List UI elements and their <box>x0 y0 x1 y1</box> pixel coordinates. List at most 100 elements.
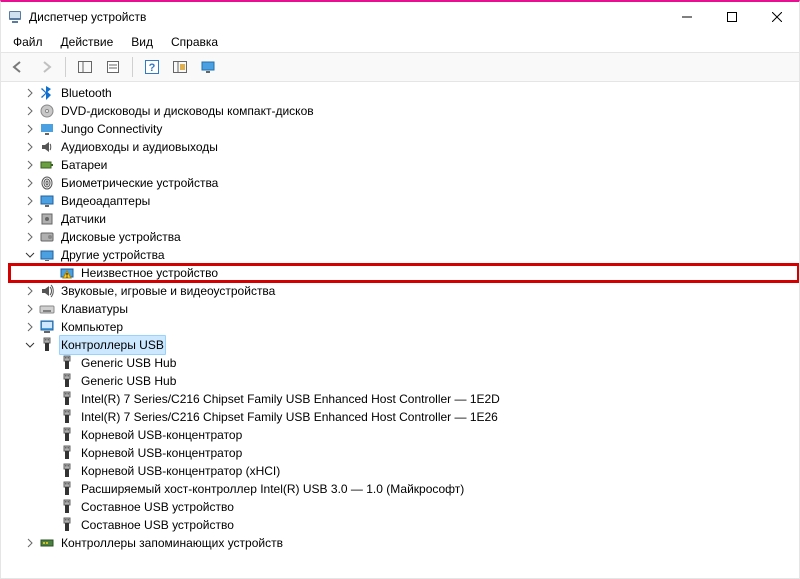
titlebar[interactable]: Диспетчер устройств <box>1 2 799 32</box>
expand-icon <box>43 446 57 460</box>
usb-icon <box>59 409 75 425</box>
app-icon <box>7 9 23 25</box>
expand-icon[interactable] <box>23 140 37 154</box>
expand-icon[interactable] <box>23 248 37 262</box>
tree-node-label: Корневой USB-концентратор <box>79 426 244 444</box>
tree-node[interactable]: Составное USB устройство <box>9 498 799 516</box>
tree-node-label: Батареи <box>59 156 109 174</box>
usb-icon <box>59 517 75 533</box>
tree-node[interactable]: Bluetooth <box>9 84 799 102</box>
minimize-button[interactable] <box>664 3 709 32</box>
maximize-button[interactable] <box>709 3 754 32</box>
tree-node-label: Generic USB Hub <box>79 354 178 372</box>
properties-button[interactable] <box>100 54 126 80</box>
tree-node[interactable]: Корневой USB-концентратор (xHCI) <box>9 462 799 480</box>
tree-node[interactable]: DVD-дисководы и дисководы компакт-дисков <box>9 102 799 120</box>
tree-node-label: Расширяемый хост-контроллер Intel(R) USB… <box>79 480 466 498</box>
device-tree[interactable]: BluetoothDVD-дисководы и дисководы компа… <box>1 82 799 578</box>
expand-icon[interactable] <box>23 212 37 226</box>
tree-node-label: Контроллеры USB <box>59 335 166 355</box>
tree-node-label: Intel(R) 7 Series/C216 Chipset Family US… <box>79 390 502 408</box>
expand-icon[interactable] <box>23 302 37 316</box>
disk-icon <box>39 229 55 245</box>
expand-icon[interactable] <box>23 194 37 208</box>
tree-node[interactable]: Корневой USB-концентратор <box>9 426 799 444</box>
tree-node[interactable]: Расширяемый хост-контроллер Intel(R) USB… <box>9 480 799 498</box>
tree-node[interactable]: Jungo Connectivity <box>9 120 799 138</box>
usb-icon <box>59 499 75 515</box>
menu-file[interactable]: Файл <box>5 33 51 51</box>
expand-icon[interactable] <box>23 536 37 550</box>
back-button[interactable] <box>5 54 31 80</box>
usb-icon <box>59 427 75 443</box>
other-icon <box>39 247 55 263</box>
tree-node-label: Биометрические устройства <box>59 174 220 192</box>
expand-icon <box>43 392 57 406</box>
tree-node[interactable]: Intel(R) 7 Series/C216 Chipset Family US… <box>9 408 799 426</box>
tree-node[interactable]: Биометрические устройства <box>9 174 799 192</box>
show-hide-tree-button[interactable] <box>72 54 98 80</box>
scan-hardware-button[interactable] <box>167 54 193 80</box>
expand-icon <box>43 428 57 442</box>
expand-icon[interactable] <box>23 284 37 298</box>
toolbar-separator <box>65 57 66 77</box>
tree-node[interactable]: Клавиатуры <box>9 300 799 318</box>
tree-node[interactable]: Intel(R) 7 Series/C216 Chipset Family US… <box>9 390 799 408</box>
tree-node-label: Bluetooth <box>59 84 114 102</box>
tree-node-label: Generic USB Hub <box>79 372 178 390</box>
window-title: Диспетчер устройств <box>29 10 664 24</box>
tree-node[interactable]: Generic USB Hub <box>9 354 799 372</box>
expand-icon[interactable] <box>23 86 37 100</box>
tree-node[interactable]: Аудиовходы и аудиовыходы <box>9 138 799 156</box>
tree-node[interactable]: Компьютер <box>9 318 799 336</box>
menu-view[interactable]: Вид <box>123 33 161 51</box>
computer-icon <box>39 319 55 335</box>
expand-icon[interactable] <box>23 320 37 334</box>
monitor-button[interactable] <box>195 54 221 80</box>
expand-icon[interactable] <box>23 338 37 352</box>
expand-icon[interactable] <box>23 158 37 172</box>
tree-node-label: DVD-дисководы и дисководы компакт-дисков <box>59 102 316 120</box>
expand-icon <box>43 374 57 388</box>
expand-icon[interactable] <box>23 230 37 244</box>
tree-node-label: Видеоадаптеры <box>59 192 152 210</box>
tree-node[interactable]: Generic USB Hub <box>9 372 799 390</box>
video-icon <box>39 193 55 209</box>
expand-icon[interactable] <box>23 176 37 190</box>
tree-node[interactable]: Другие устройства <box>9 246 799 264</box>
help-button[interactable]: ? <box>139 54 165 80</box>
usbctrl-icon <box>39 337 55 353</box>
tree-node[interactable]: Составное USB устройство <box>9 516 799 534</box>
biometric-icon <box>39 175 55 191</box>
expand-icon <box>43 266 57 280</box>
sensor-icon <box>39 211 55 227</box>
expand-icon[interactable] <box>23 104 37 118</box>
tree-node-label: Контроллеры запоминающих устройств <box>59 534 285 552</box>
expand-icon[interactable] <box>23 122 37 136</box>
svg-text:?: ? <box>149 62 156 74</box>
tree-node[interactable]: Контроллеры USB <box>9 336 799 354</box>
expand-icon <box>43 518 57 532</box>
toolbar: ? <box>1 53 799 82</box>
tree-node[interactable]: Датчики <box>9 210 799 228</box>
tree-node[interactable]: Неизвестное устройство <box>9 264 799 282</box>
usb-icon <box>59 391 75 407</box>
forward-button[interactable] <box>33 54 59 80</box>
menu-help[interactable]: Справка <box>163 33 226 51</box>
tree-node-label: Составное USB устройство <box>79 516 236 534</box>
tree-node-label: Аудиовходы и аудиовыходы <box>59 138 220 156</box>
tree-node[interactable]: Корневой USB-концентратор <box>9 444 799 462</box>
tree-node[interactable]: Дисковые устройства <box>9 228 799 246</box>
tree-node[interactable]: Батареи <box>9 156 799 174</box>
tree-node[interactable]: Видеоадаптеры <box>9 192 799 210</box>
expand-icon <box>43 482 57 496</box>
tree-node[interactable]: Звуковые, игровые и видеоустройства <box>9 282 799 300</box>
close-button[interactable] <box>754 3 799 32</box>
tree-node[interactable]: Контроллеры запоминающих устройств <box>9 534 799 552</box>
expand-icon <box>43 356 57 370</box>
expand-icon <box>43 410 57 424</box>
tree-node-label: Клавиатуры <box>59 300 130 318</box>
menu-action[interactable]: Действие <box>53 33 122 51</box>
expand-icon <box>43 500 57 514</box>
expand-icon <box>43 464 57 478</box>
